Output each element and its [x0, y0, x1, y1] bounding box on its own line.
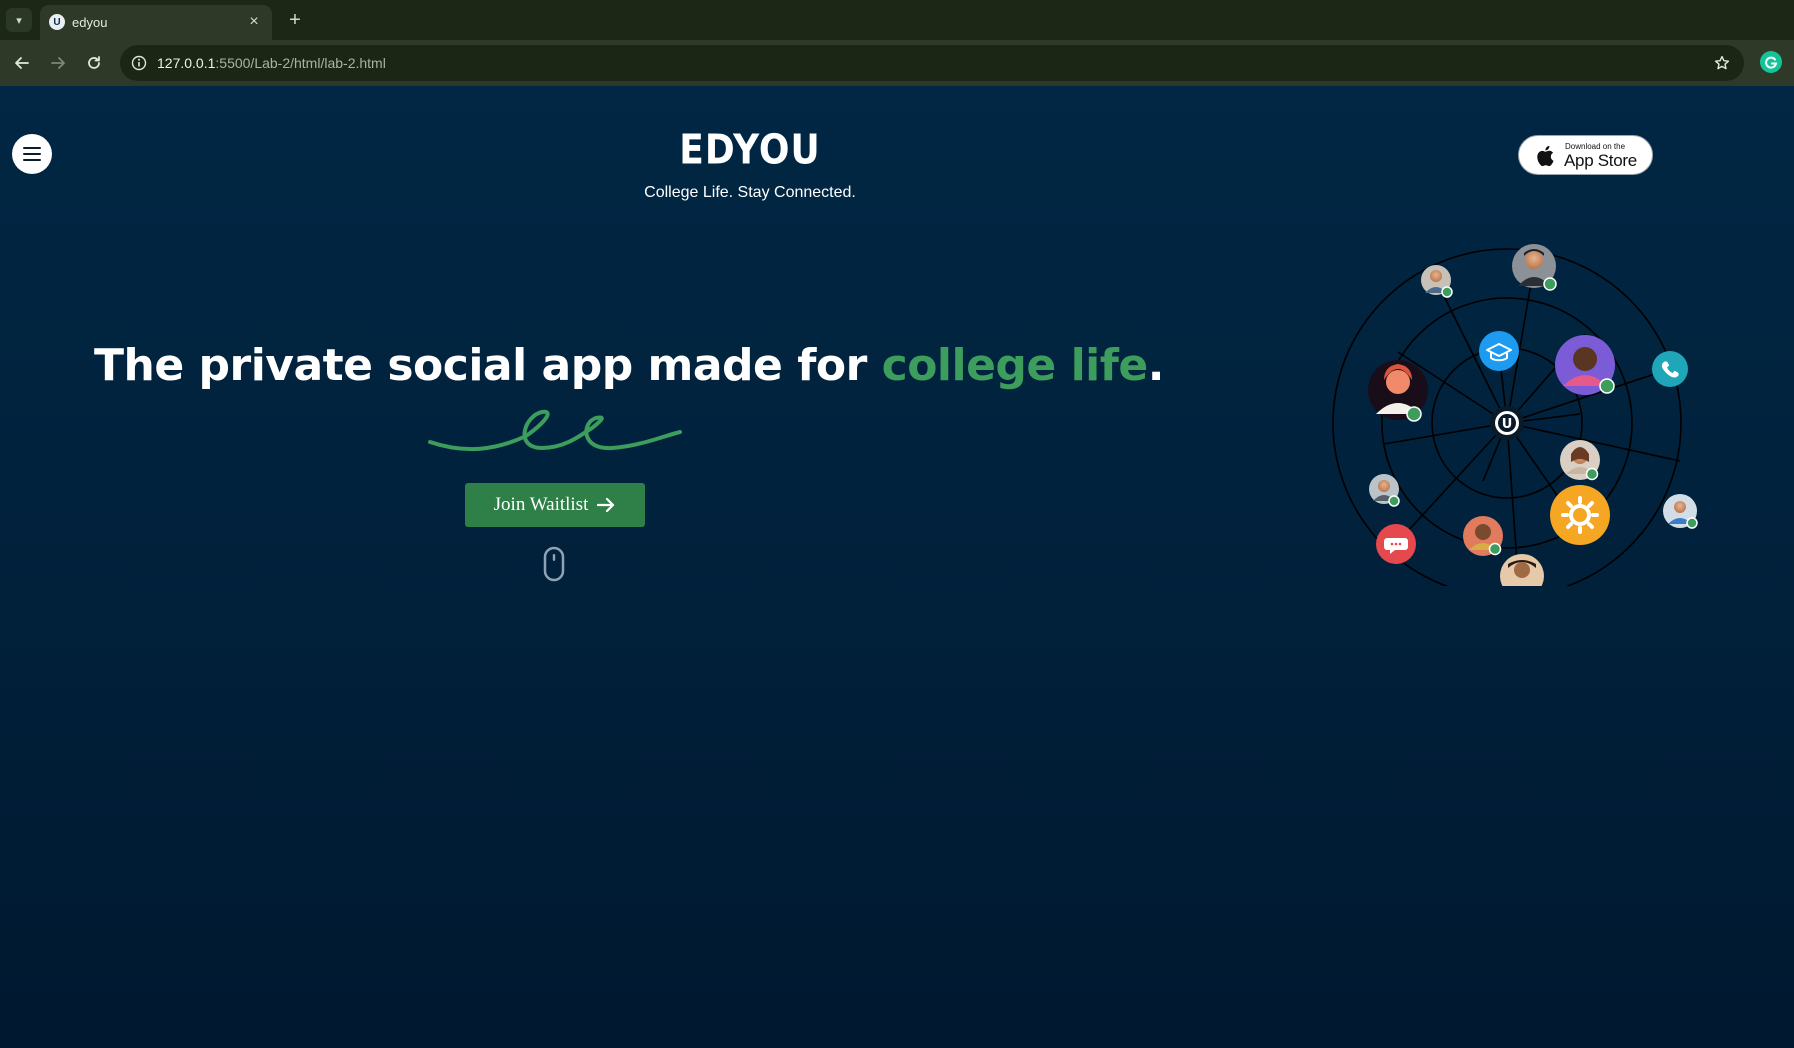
address-bar[interactable]: 127.0.0.1:5500/Lab-2/html/lab-2.html	[120, 45, 1744, 81]
avatar	[1421, 265, 1453, 298]
forward-icon[interactable]	[44, 49, 72, 77]
url-host: 127.0.0.1	[157, 55, 216, 71]
decorative-squiggle	[428, 409, 682, 452]
browser-toolbar: 127.0.0.1:5500/Lab-2/html/lab-2.html	[0, 40, 1794, 86]
mouse-scroll-icon[interactable]	[543, 546, 565, 582]
avatar	[1663, 494, 1698, 529]
hamburger-icon[interactable]	[12, 134, 52, 174]
network-illustration: U	[1332, 244, 1698, 586]
center-logo: U	[1490, 406, 1524, 440]
headline-text: The private social app made for	[94, 340, 882, 391]
avatar	[1560, 440, 1600, 481]
avatar	[1555, 335, 1615, 395]
chat-bubble-icon	[1376, 524, 1416, 564]
browser-tab[interactable]: U edyou ×	[40, 5, 272, 40]
app-store-label: App Store	[1564, 151, 1637, 170]
grammarly-icon[interactable]	[1760, 51, 1782, 73]
bookmark-star-icon[interactable]	[1712, 53, 1732, 73]
hero-headline: The private social app made for college …	[94, 340, 1164, 391]
edyou-logo[interactable]: EDYOU	[640, 127, 860, 174]
headline-highlight: college life	[881, 340, 1149, 391]
arrow-right-icon	[597, 497, 615, 513]
headline-period: .	[1147, 340, 1165, 391]
phone-icon	[1652, 351, 1688, 387]
app-store-small-text: Download on the	[1565, 142, 1626, 151]
back-icon[interactable]	[8, 49, 36, 77]
url-path: :5500/Lab-2/html/lab-2.html	[215, 55, 386, 71]
network-spokes	[1383, 265, 1681, 577]
site-info-icon[interactable]	[128, 52, 150, 74]
tab-strip: ▾ U edyou × +	[0, 0, 1794, 40]
avatar	[1512, 244, 1557, 291]
tab-favicon: U	[49, 14, 65, 30]
graduation-cap-icon	[1479, 331, 1519, 371]
join-waitlist-button[interactable]: Join Waitlist	[465, 483, 645, 527]
tab-title: edyou	[72, 15, 108, 30]
avatar	[1463, 516, 1503, 556]
tab-search-icon[interactable]: ▾	[6, 8, 32, 32]
plus-icon[interactable]: +	[282, 7, 308, 33]
join-waitlist-label: Join Waitlist	[493, 494, 589, 515]
url-text: 127.0.0.1:5500/Lab-2/html/lab-2.html	[157, 55, 386, 71]
avatar	[1369, 474, 1400, 507]
avatar	[1368, 360, 1428, 422]
app-store-button[interactable]: Download on the App Store	[1518, 135, 1653, 175]
center-logo-letter: U	[1502, 417, 1513, 432]
reload-icon[interactable]	[80, 49, 108, 77]
page: EDYOU College Life. Stay Connected. Down…	[0, 86, 1794, 1048]
tagline: College Life. Stay Connected.	[644, 184, 856, 201]
avatar	[1500, 554, 1544, 586]
gear-icon	[1550, 485, 1610, 545]
close-icon[interactable]: ×	[244, 12, 264, 32]
apple-icon	[1537, 145, 1554, 167]
